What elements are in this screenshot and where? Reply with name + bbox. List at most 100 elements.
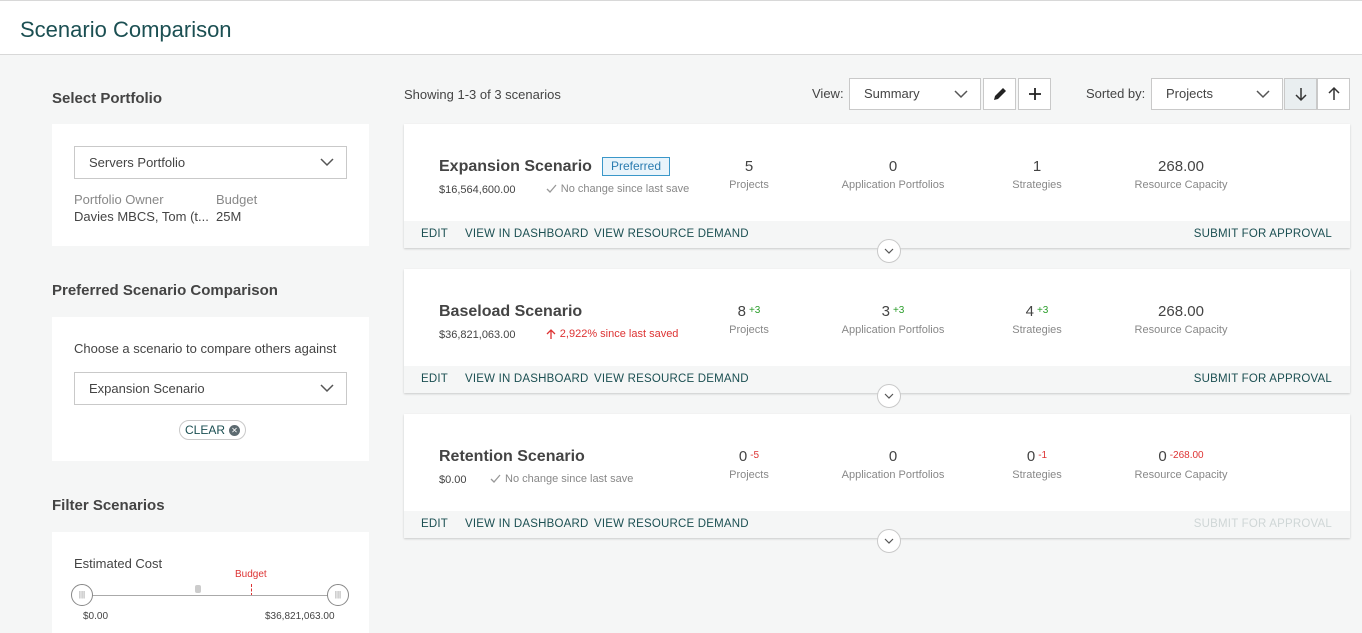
metric-delta: +3 bbox=[748, 305, 761, 316]
add-view-button[interactable] bbox=[1018, 78, 1051, 110]
metric-value: 0 bbox=[1158, 448, 1167, 465]
expand-card-button[interactable] bbox=[877, 384, 901, 408]
chevron-down-icon bbox=[320, 158, 334, 167]
scenario-card[interactable]: Retention Scenario $0.00 No change since l… bbox=[404, 414, 1350, 553]
metric-label: Resource Capacity bbox=[1134, 324, 1228, 336]
expand-card-button[interactable] bbox=[877, 529, 901, 553]
metric-delta: +3 bbox=[1036, 305, 1049, 316]
metric: 268.00 Resource Capacity bbox=[1106, 158, 1256, 191]
metric-label: Strategies bbox=[1012, 469, 1062, 481]
edit-link[interactable]: EDIT bbox=[421, 228, 448, 240]
view-dashboard-link[interactable]: VIEW IN DASHBOARD bbox=[465, 518, 589, 530]
metric-delta: -1 bbox=[1038, 450, 1048, 461]
edit-link[interactable]: EDIT bbox=[421, 518, 448, 530]
view-resource-demand-link[interactable]: VIEW RESOURCE DEMAND bbox=[594, 518, 749, 530]
metric-value: 0 bbox=[888, 158, 898, 175]
sort-select-value: Projects bbox=[1166, 86, 1213, 101]
slider-tick bbox=[195, 585, 201, 593]
view-dashboard-link[interactable]: VIEW IN DASHBOARD bbox=[465, 373, 589, 385]
check-icon bbox=[490, 474, 501, 483]
cost-min-value: $0.00 bbox=[83, 611, 109, 622]
cost-slider-max-handle[interactable]: ||| bbox=[327, 584, 349, 606]
preferred-prompt: Choose a scenario to compare others agai… bbox=[74, 341, 337, 356]
card-actions-bar: EDIT VIEW IN DASHBOARD VIEW RESOURCE DEMAN… bbox=[404, 366, 1350, 393]
metric-value: 5 bbox=[744, 158, 754, 175]
scenario-card[interactable]: Expansion Scenario Preferred $16,564,600.0… bbox=[404, 124, 1350, 263]
scenario-cost: $36,821,063.00 bbox=[439, 329, 516, 341]
chevron-down-icon bbox=[1256, 90, 1270, 99]
scenario-cost: $16,564,600.00 bbox=[439, 184, 516, 196]
submit-for-approval-link[interactable]: SUBMIT FOR APPROVAL bbox=[1194, 373, 1332, 385]
metric-value: 0 bbox=[888, 448, 898, 465]
view-resource-demand-link[interactable]: VIEW RESOURCE DEMAND bbox=[594, 373, 749, 385]
metric: 0 -268.00 Resource Capacity bbox=[1106, 448, 1256, 481]
metric: 1 Strategies bbox=[962, 158, 1112, 191]
edit-view-button[interactable] bbox=[983, 78, 1016, 110]
sort-ascending-button[interactable] bbox=[1317, 78, 1350, 110]
metric-value: 268.00 bbox=[1158, 158, 1204, 175]
chevron-down-icon bbox=[954, 90, 968, 99]
scenario-name[interactable]: Baseload Scenario bbox=[439, 303, 582, 321]
metric-value: 4 bbox=[1025, 303, 1034, 320]
plus-icon bbox=[1029, 88, 1041, 100]
view-select[interactable]: Summary bbox=[849, 78, 981, 110]
cost-slider-min-handle[interactable]: ||| bbox=[71, 584, 93, 606]
change-text: No change since last save bbox=[560, 183, 690, 195]
metric-value: 0 bbox=[738, 448, 748, 465]
scenario-name[interactable]: Retention Scenario bbox=[439, 448, 585, 466]
metric: 8 +3 Projects bbox=[674, 303, 824, 336]
metric: 0 -5 Projects bbox=[674, 448, 824, 481]
preferred-panel: Choose a scenario to compare others agai… bbox=[52, 317, 369, 461]
metric: 0 Application Portfolios bbox=[818, 448, 968, 481]
budget-label: Budget bbox=[216, 192, 258, 207]
view-label: View: bbox=[812, 86, 844, 101]
chevron-down-icon bbox=[884, 393, 894, 399]
portfolio-select-value: Servers Portfolio bbox=[89, 155, 186, 170]
card-actions-bar: EDIT VIEW IN DASHBOARD VIEW RESOURCE DEMAN… bbox=[404, 221, 1350, 248]
metric-delta: +3 bbox=[892, 305, 905, 316]
metric-value: 268.00 bbox=[1158, 303, 1204, 320]
sorted-by-label: Sorted by: bbox=[1086, 86, 1146, 101]
metric: 0 Application Portfolios bbox=[818, 158, 968, 191]
metric: 5 Projects bbox=[674, 158, 824, 191]
arrow-up-icon bbox=[1328, 86, 1340, 100]
submit-for-approval-link[interactable]: SUBMIT FOR APPROVAL bbox=[1194, 228, 1332, 240]
preferred-select[interactable]: Expansion Scenario bbox=[74, 372, 347, 405]
metric-delta: -268.00 bbox=[1169, 450, 1204, 461]
metric-delta: -5 bbox=[750, 450, 760, 461]
scenario-name[interactable]: Expansion Scenario bbox=[439, 158, 592, 176]
budget-marker-label: Budget bbox=[235, 569, 267, 580]
change-status: No change since last save bbox=[490, 473, 633, 485]
clear-button[interactable]: CLEAR ✕ bbox=[179, 420, 247, 440]
arrow-up-icon bbox=[546, 328, 556, 339]
cost-slider-track[interactable] bbox=[92, 595, 347, 596]
metric: 268.00 Resource Capacity bbox=[1106, 303, 1256, 336]
owner-label: Portfolio Owner bbox=[74, 192, 164, 207]
preferred-scenario-heading: Preferred Scenario Comparison bbox=[52, 282, 278, 299]
owner-value: Davies MBCS, Tom (t... bbox=[74, 209, 209, 224]
view-dashboard-link[interactable]: VIEW IN DASHBOARD bbox=[465, 228, 589, 240]
chevron-down-icon bbox=[884, 538, 894, 544]
portfolio-select[interactable]: Servers Portfolio bbox=[74, 146, 347, 179]
metric: 3 +3 Application Portfolios bbox=[818, 303, 968, 336]
metric-value: 8 bbox=[737, 303, 746, 320]
metric: 0 -1 Strategies bbox=[962, 448, 1112, 481]
sort-descending-button[interactable] bbox=[1284, 78, 1317, 110]
metric-label: Application Portfolios bbox=[841, 179, 945, 191]
check-icon bbox=[546, 184, 557, 193]
submit-for-approval-link: SUBMIT FOR APPROVAL bbox=[1193, 518, 1332, 530]
metric-label: Projects bbox=[729, 469, 769, 481]
sort-select[interactable]: Projects bbox=[1151, 78, 1283, 110]
portfolio-panel: Servers Portfolio Portfolio Owner Davies… bbox=[52, 124, 369, 246]
card-actions-bar: EDIT VIEW IN DASHBOARD VIEW RESOURCE DEMAN… bbox=[404, 511, 1350, 538]
expand-card-button[interactable] bbox=[877, 239, 901, 263]
view-resource-demand-link[interactable]: VIEW RESOURCE DEMAND bbox=[594, 228, 749, 240]
metric-label: Projects bbox=[729, 179, 769, 191]
scenario-card[interactable]: Baseload Scenario $36,821,063.00 2,922% si… bbox=[404, 269, 1350, 408]
change-status: 2,922% since last saved bbox=[546, 328, 678, 340]
budget-value: 25M bbox=[216, 209, 242, 224]
preferred-badge: Preferred bbox=[602, 157, 671, 176]
edit-link[interactable]: EDIT bbox=[421, 373, 448, 385]
metric-label: Resource Capacity bbox=[1134, 469, 1228, 481]
metric-value: 3 bbox=[881, 303, 890, 320]
